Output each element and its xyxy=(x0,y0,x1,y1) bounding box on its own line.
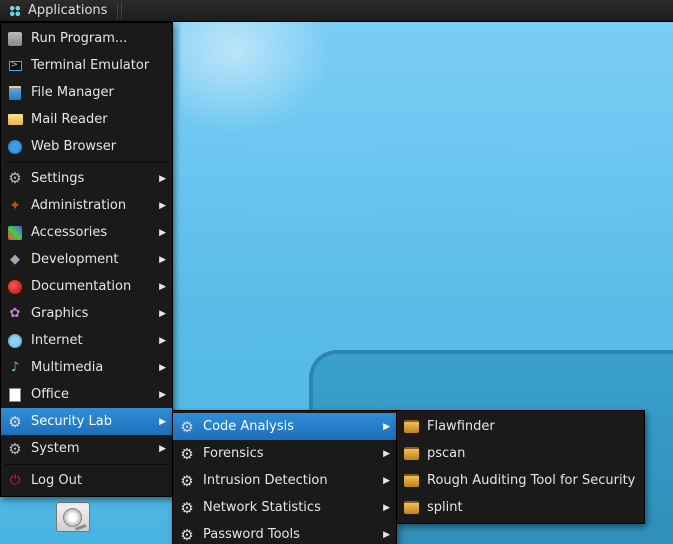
submenu-item-intrusion-detection[interactable]: ⚙ Intrusion Detection ▶ xyxy=(173,467,396,494)
applications-label: Applications xyxy=(28,3,107,18)
chevron-right-icon: ▶ xyxy=(158,363,166,373)
help-icon xyxy=(7,279,23,295)
menu-item-office[interactable]: Office ▶ xyxy=(1,381,172,408)
chevron-right-icon: ▶ xyxy=(158,174,166,184)
submenu-item-network-statistics[interactable]: ⚙ Network Statistics ▶ xyxy=(173,494,396,521)
menu-item-internet[interactable]: Internet ▶ xyxy=(1,327,172,354)
multimedia-icon: ♪ xyxy=(7,360,23,376)
mail-icon xyxy=(7,112,23,128)
desktop-icon-drive[interactable] xyxy=(56,502,90,532)
submenu-item-flawfinder[interactable]: Flawfinder xyxy=(397,413,644,440)
logout-icon: ⏻ xyxy=(7,473,23,489)
submenu-item-rats[interactable]: Rough Auditing Tool for Security xyxy=(397,467,644,494)
chevron-right-icon: ▶ xyxy=(382,449,390,459)
menu-item-documentation[interactable]: Documentation ▶ xyxy=(1,273,172,300)
chevron-right-icon: ▶ xyxy=(382,503,390,513)
submenu-item-forensics[interactable]: ⚙ Forensics ▶ xyxy=(173,440,396,467)
menu-separator xyxy=(5,162,168,163)
folder-icon xyxy=(7,85,23,101)
menu-item-settings[interactable]: ⚙ Settings ▶ xyxy=(1,165,172,192)
run-icon xyxy=(7,31,23,47)
chevron-right-icon: ▶ xyxy=(158,390,166,400)
menu-item-web-browser[interactable]: Web Browser xyxy=(1,133,172,160)
menu-item-security-lab[interactable]: ⚙ Security Lab ▶ xyxy=(1,408,172,435)
chevron-right-icon: ▶ xyxy=(158,228,166,238)
security-lab-submenu: ⚙ Code Analysis ▶ ⚙ Forensics ▶ ⚙ Intrus… xyxy=(172,410,397,544)
chevron-right-icon: ▶ xyxy=(158,417,166,427)
chevron-right-icon: ▶ xyxy=(158,336,166,346)
office-icon xyxy=(7,387,23,403)
gear-icon: ⚙ xyxy=(179,473,195,489)
menu-item-system[interactable]: ⚙ System ▶ xyxy=(1,435,172,462)
menu-item-terminal[interactable]: Terminal Emulator xyxy=(1,52,172,79)
terminal-icon xyxy=(7,58,23,74)
toolbox-icon xyxy=(403,473,419,489)
security-icon: ⚙ xyxy=(7,414,23,430)
panel-grip-icon[interactable] xyxy=(117,3,122,19)
gear-icon: ⚙ xyxy=(179,500,195,516)
gear-icon: ⚙ xyxy=(7,171,23,187)
menu-item-log-out[interactable]: ⏻ Log Out xyxy=(1,467,172,494)
chevron-right-icon: ▶ xyxy=(382,422,390,432)
menu-separator xyxy=(5,464,168,465)
submenu-item-code-analysis[interactable]: ⚙ Code Analysis ▶ xyxy=(173,413,396,440)
gear-icon: ⚙ xyxy=(179,446,195,462)
menu-item-administration[interactable]: ✦ Administration ▶ xyxy=(1,192,172,219)
menu-item-mail-reader[interactable]: Mail Reader xyxy=(1,106,172,133)
graphics-icon: ✿ xyxy=(7,306,23,322)
applications-menu-button[interactable]: Applications xyxy=(0,0,115,21)
chevron-right-icon: ▶ xyxy=(158,444,166,454)
submenu-item-splint[interactable]: splint xyxy=(397,494,644,521)
menu-item-accessories[interactable]: Accessories ▶ xyxy=(1,219,172,246)
gear-icon: ⚙ xyxy=(179,419,195,435)
gear-icon: ⚙ xyxy=(179,527,195,543)
menu-item-multimedia[interactable]: ♪ Multimedia ▶ xyxy=(1,354,172,381)
toolbox-icon xyxy=(403,500,419,516)
menu-item-file-manager[interactable]: File Manager xyxy=(1,79,172,106)
menu-item-graphics[interactable]: ✿ Graphics ▶ xyxy=(1,300,172,327)
top-panel: Applications xyxy=(0,0,673,22)
chevron-right-icon: ▶ xyxy=(158,282,166,292)
globe-icon xyxy=(7,139,23,155)
toolbox-icon xyxy=(403,419,419,435)
development-icon: ◆ xyxy=(7,252,23,268)
toolbox-icon xyxy=(403,446,419,462)
menu-item-development[interactable]: ◆ Development ▶ xyxy=(1,246,172,273)
system-icon: ⚙ xyxy=(7,441,23,457)
applications-menu: Run Program... Terminal Emulator File Ma… xyxy=(0,22,173,497)
accessories-icon xyxy=(7,225,23,241)
chevron-right-icon: ▶ xyxy=(158,309,166,319)
submenu-item-password-tools[interactable]: ⚙ Password Tools ▶ xyxy=(173,521,396,544)
chevron-right-icon: ▶ xyxy=(382,530,390,540)
tools-icon: ✦ xyxy=(7,198,23,214)
submenu-item-pscan[interactable]: pscan xyxy=(397,440,644,467)
chevron-right-icon: ▶ xyxy=(158,201,166,211)
menu-item-run-program[interactable]: Run Program... xyxy=(1,25,172,52)
hard-drive-icon xyxy=(56,502,90,532)
chevron-right-icon: ▶ xyxy=(158,255,166,265)
chevron-right-icon: ▶ xyxy=(382,476,390,486)
internet-icon xyxy=(7,333,23,349)
xfce-logo-icon xyxy=(8,4,22,18)
code-analysis-submenu: Flawfinder pscan Rough Auditing Tool for… xyxy=(396,410,645,524)
